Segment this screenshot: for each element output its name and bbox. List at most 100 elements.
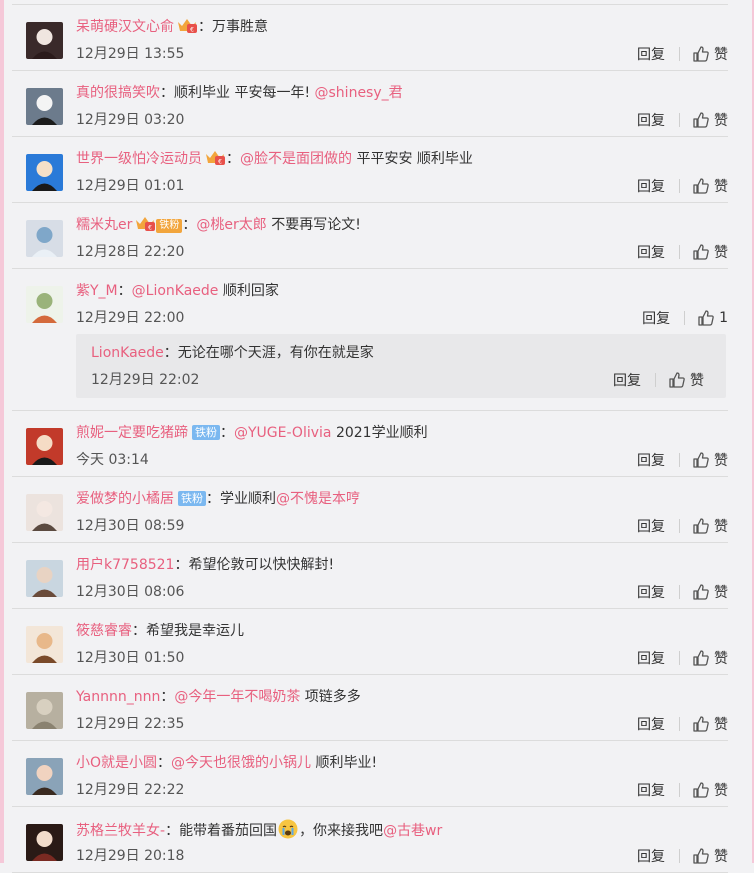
comment-content: 筱慈睿睿：希望我是幸运儿 [76, 620, 718, 642]
action-divider [679, 113, 680, 127]
comment-actions: 回复 赞 [637, 241, 728, 263]
comment-content: 真的很搞笑吹：顺利毕业 平安每一年! @shinesy_君 [76, 82, 718, 104]
like-button[interactable]: 赞 [692, 714, 728, 734]
crown-badge-icon[interactable]: € [134, 214, 156, 232]
crown-badge-icon[interactable]: € [176, 16, 198, 34]
reply-button[interactable]: 回复 [637, 846, 665, 866]
comment-item: 糯米丸er € 铁粉 ：@桃er太郎 不要再写论文! 12月28日 22:20 回复 赞 [12, 203, 728, 269]
avatar[interactable] [26, 692, 63, 729]
avatar[interactable] [26, 626, 63, 663]
avatar[interactable] [26, 428, 63, 465]
reply-button[interactable]: 回复 [637, 44, 665, 64]
action-divider [655, 373, 656, 387]
avatar[interactable] [26, 560, 63, 597]
username-link[interactable]: 煎妮一定要吃猪蹄 [76, 425, 188, 441]
crying-emoji-icon [277, 818, 299, 840]
reply-button[interactable]: 回复 [637, 516, 665, 536]
like-label: 1 [719, 310, 728, 326]
reply-thread: LionKaede：无论在哪个天涯，有你在就是家 12月29日 22:02 回复 赞 [76, 334, 726, 398]
mention-link[interactable]: @今年一年不喝奶茶 [174, 689, 300, 705]
like-button[interactable]: 赞 [692, 110, 728, 130]
svg-text:€: € [148, 225, 152, 232]
crown-badge-icon[interactable]: € [204, 148, 226, 166]
avatar[interactable] [26, 286, 63, 323]
mention-link[interactable]: @古巷wr [383, 823, 442, 839]
username-link[interactable]: 紫Y_M [76, 283, 118, 299]
comment-item: 真的很搞笑吹：顺利毕业 平安每一年! @shinesy_君 12月29日 03:2… [12, 71, 728, 137]
avatar[interactable] [26, 824, 63, 861]
mention-link[interactable]: @shinesy_君 [315, 85, 403, 101]
username-link[interactable]: 呆萌硬汉文心俞 [76, 19, 174, 35]
colon-separator: ： [117, 283, 132, 299]
reply-button[interactable]: 回复 [637, 780, 665, 800]
avatar[interactable] [26, 154, 63, 191]
reply-button[interactable]: 回复 [637, 648, 665, 668]
avatar[interactable] [26, 494, 63, 531]
comment-timestamp: 12月28日 22:20 [76, 244, 185, 260]
comment-main: 苏格兰牧羊女-：能带着番茄回国 ，你来接我吧@古巷wr 12月29日 20:18 回复… [12, 807, 728, 872]
like-button[interactable]: 赞 [692, 582, 728, 602]
like-label: 赞 [714, 717, 728, 733]
like-button[interactable]: 赞 [692, 176, 728, 196]
like-button[interactable]: 赞 [692, 648, 728, 668]
svg-text:€: € [218, 159, 222, 166]
mention-link[interactable]: @YUGE-Olivia [234, 425, 332, 441]
like-label: 赞 [714, 849, 728, 865]
comment-timestamp: 今天 03:14 [76, 452, 149, 468]
like-button[interactable]: 赞 [692, 780, 728, 800]
comment-main: Yannnn_nnn：@今年一年不喝奶茶 项链多多 12月29日 22:35 回复 赞 [12, 675, 728, 740]
comment-timestamp: 12月30日 08:59 [76, 518, 185, 534]
comment-content: 小O就是小圆：@今天也很饿的小锅儿 顺利毕业! [76, 752, 718, 774]
comment-actions: 回复 赞 [637, 175, 728, 197]
like-button[interactable]: 1 [697, 309, 728, 327]
username-link[interactable]: 真的很搞笑吹 [76, 85, 160, 101]
reply-button[interactable]: 回复 [637, 450, 665, 470]
comment-main: 世界一级怕冷运动员 € ：@脸不是面团做的 平平安安 顺利毕业 12月29日 01:0… [12, 137, 728, 202]
avatar[interactable] [26, 758, 63, 795]
comment-timestamp: 12月30日 01:50 [76, 650, 185, 666]
avatar[interactable] [26, 88, 63, 125]
thumbs-up-icon [692, 715, 714, 733]
username-link[interactable]: 苏格兰牧羊女- [76, 823, 165, 839]
reply-button[interactable]: 回复 [637, 714, 665, 734]
username-link[interactable]: 世界一级怕冷运动员 [76, 151, 202, 167]
reply-button[interactable]: 回复 [637, 110, 665, 130]
avatar[interactable] [26, 220, 63, 257]
like-button[interactable]: 赞 [692, 846, 728, 866]
reply-button[interactable]: 回复 [637, 242, 665, 262]
mention-link[interactable]: @今天也很饿的小锅儿 [171, 755, 311, 771]
mention-link[interactable]: @不愧是本哼 [276, 491, 360, 507]
reply-button[interactable]: 回复 [637, 176, 665, 196]
reply-button[interactable]: 回复 [613, 370, 641, 390]
reply-button[interactable]: 回复 [642, 308, 670, 328]
like-button[interactable]: 赞 [692, 516, 728, 536]
comment-item: Yannnn_nnn：@今年一年不喝奶茶 项链多多 12月29日 22:35 回复 赞 [12, 675, 728, 741]
fan-badge[interactable]: 铁粉 [178, 491, 206, 506]
comment-content: 糯米丸er € 铁粉 ：@桃er太郎 不要再写论文! [76, 214, 718, 236]
reply-button[interactable]: 回复 [637, 582, 665, 602]
username-link[interactable]: 爱做梦的小橘居 [76, 491, 174, 507]
username-link[interactable]: 用户k7758521 [76, 557, 174, 573]
fan-badge[interactable]: 铁粉 [156, 219, 183, 233]
mention-link[interactable]: @桃er太郎 [196, 217, 266, 233]
username-link[interactable]: 小O就是小圆 [76, 755, 157, 771]
fan-badge[interactable]: 铁粉 [192, 425, 220, 440]
action-divider [679, 849, 680, 863]
username-link[interactable]: 筱慈睿睿 [76, 623, 132, 639]
like-button[interactable]: 赞 [692, 44, 728, 64]
comment-actions: 回复 赞 [637, 515, 728, 537]
thumbs-up-icon [692, 781, 714, 799]
like-button[interactable]: 赞 [692, 242, 728, 262]
colon-separator: ： [165, 823, 180, 839]
username-link[interactable]: LionKaede [91, 345, 164, 361]
like-button[interactable]: 赞 [692, 450, 728, 470]
like-button[interactable]: 赞 [668, 370, 704, 390]
username-link[interactable]: Yannnn_nnn [76, 689, 160, 705]
comment-content: 苏格兰牧羊女-：能带着番茄回国 ，你来接我吧@古巷wr [76, 818, 718, 842]
mention-link[interactable]: @LionKaede [132, 283, 219, 299]
username-link[interactable]: 糯米丸er [76, 217, 132, 233]
thumbs-up-icon [697, 309, 719, 327]
mention-link[interactable]: @脸不是面团做的 [240, 151, 352, 167]
avatar[interactable] [26, 22, 63, 59]
comment-text: ，你来接我吧 [299, 823, 384, 839]
